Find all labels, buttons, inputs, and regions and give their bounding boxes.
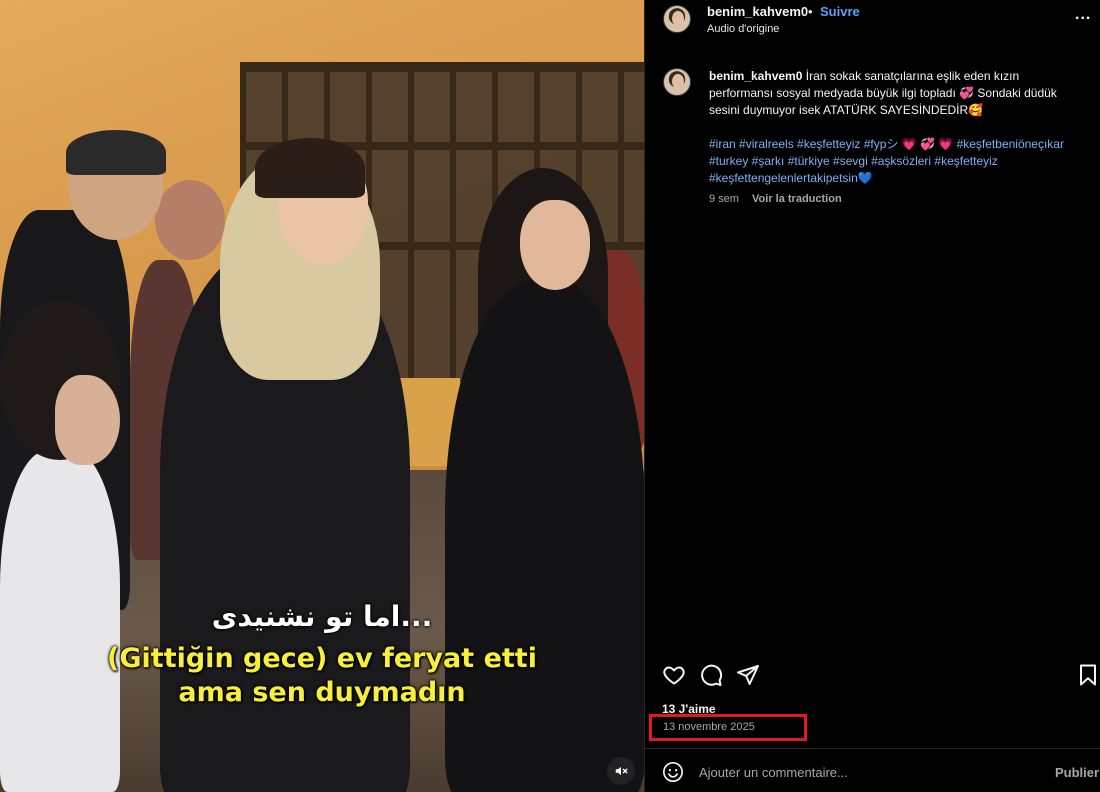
header-avatar[interactable] [663,5,691,33]
bookmark-icon [1080,664,1096,686]
speaker-muted-icon [615,766,628,776]
video-child-face [55,375,120,465]
caption-hashtags[interactable]: #iran #viralreels #keşfetteyiz #fypシ 💗 💞… [709,136,1089,187]
send-icon [737,665,759,685]
header-username[interactable]: benim_kahvem0 [707,4,808,19]
original-audio-link[interactable]: Audio d'origine [707,23,779,35]
see-translation-link[interactable]: Voir la traduction [752,193,842,205]
video-singer-hair [255,138,365,198]
video-subtitle-turkish-line1: (Gittiğin gece) ev feryat etti [107,643,537,674]
comment-input[interactable] [699,762,1029,782]
action-bar [645,660,1100,690]
follow-button[interactable]: Suivre [820,4,860,19]
video-person-background-head [155,180,225,260]
video-person-cap-hat [66,130,166,175]
like-button[interactable] [661,662,687,688]
comment-bar: Publier [645,748,1100,792]
share-button[interactable] [735,662,761,688]
more-options-icon[interactable]: ... [1075,6,1091,24]
post-header: benim_kahvem0 • Suivre Audio d'origine .… [645,0,1100,42]
save-button[interactable] [1075,662,1100,688]
video-subtitle-persian: ...اما تو نشنیدی [211,600,433,633]
video-woman-face [520,200,590,290]
heart-icon [663,666,685,685]
caption-meta: 9 sem Voir la traduction [709,193,842,205]
emoji-icon[interactable] [662,761,684,783]
caption-username[interactable]: benim_kahvem0 [709,69,802,83]
comment-icon [701,664,723,686]
mute-button[interactable] [607,757,635,785]
date-highlight-box [649,714,807,741]
video-subtitle-turkish-line2: ama sen duymadın [178,677,466,708]
post-side-panel: benim_kahvem0 • Suivre Audio d'origine .… [644,0,1100,792]
post-age: 9 sem [709,193,739,205]
publish-button[interactable]: Publier [1055,765,1099,780]
video-woman-body [445,280,644,792]
header-separator: • [808,4,813,19]
caption-avatar[interactable] [663,68,691,96]
reel-video[interactable]: ...اما تو نشنیدی (Gittiğin gece) ev fery… [0,0,644,792]
comment-button[interactable] [698,662,724,688]
caption-text-block: benim_kahvem0 İran sokak sanatçılarına e… [709,68,1079,119]
